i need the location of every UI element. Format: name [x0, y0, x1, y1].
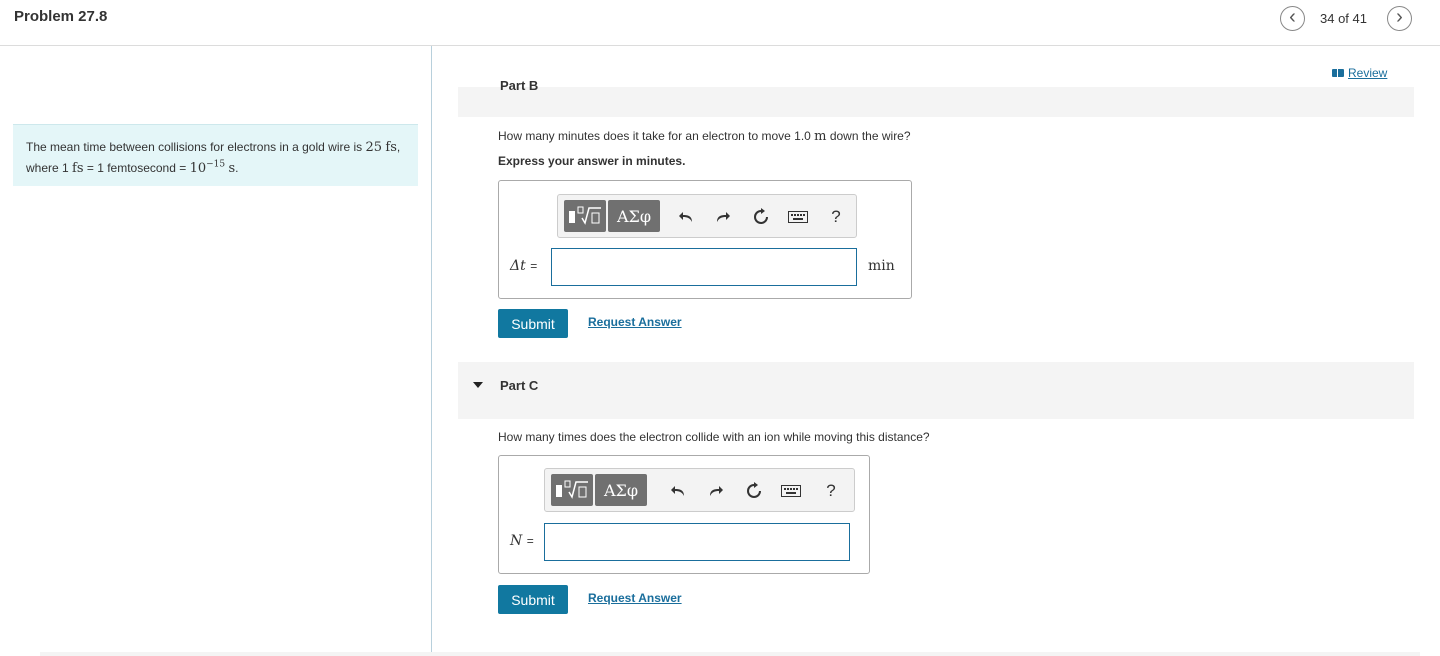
problem-pane: The mean time between collisions for ele… — [0, 46, 432, 656]
part-c-variable-label: N = — [510, 533, 534, 549]
part-c-request-answer-link[interactable]: Request Answer — [588, 591, 682, 605]
part-b-question: How many minutes does it take for an ele… — [498, 129, 911, 144]
part-b-answer-input[interactable] — [551, 248, 857, 286]
greek-symbols-button[interactable]: ΑΣφ — [595, 474, 647, 506]
templates-button[interactable] — [564, 200, 606, 232]
chevron-right-icon: › — [1396, 6, 1403, 28]
problem-statement: The mean time between collisions for ele… — [13, 124, 418, 186]
part-c-header[interactable]: Part C — [458, 362, 1414, 419]
redo-icon[interactable] — [713, 207, 733, 227]
undo-icon[interactable] — [668, 481, 688, 501]
part-b-instruction: Express your answer in minutes. — [498, 154, 686, 168]
part-b-answer-box: ΑΣφ ? Δt = min — [498, 180, 912, 299]
reset-icon[interactable] — [751, 207, 771, 227]
help-button[interactable]: ? — [821, 481, 841, 501]
keyboard-icon[interactable] — [781, 481, 801, 501]
chevron-left-icon: ‹ — [1289, 6, 1296, 28]
page-title: Problem 27.8 — [14, 8, 108, 25]
next-part-strip — [40, 652, 1420, 656]
part-b-math-toolbar: ΑΣφ ? — [557, 194, 857, 238]
problem-counter: 34 of 41 — [1320, 11, 1367, 26]
part-c-submit-button[interactable]: Submit — [498, 585, 568, 614]
header-bar: Problem 27.8 ‹ 34 of 41 › — [0, 0, 1440, 46]
templates-button[interactable] — [551, 474, 593, 506]
book-icon — [1332, 69, 1344, 77]
collapse-caret-icon[interactable] — [473, 382, 483, 388]
part-b-unit: min — [868, 258, 895, 274]
templates-icon — [556, 480, 588, 499]
part-c-answer-box: ΑΣφ ? N = — [498, 455, 870, 574]
greek-symbols-button[interactable]: ΑΣφ — [608, 200, 660, 232]
part-b-header[interactable] — [458, 87, 1414, 117]
previous-problem-button[interactable]: ‹ — [1280, 6, 1305, 31]
redo-icon[interactable] — [706, 481, 726, 501]
part-b-request-answer-link[interactable]: Request Answer — [588, 315, 682, 329]
part-c-question: How many times does the electron collide… — [498, 430, 930, 444]
undo-icon[interactable] — [676, 207, 696, 227]
part-b-label: Part B — [500, 78, 539, 91]
part-c-label: Part C — [500, 378, 539, 393]
next-problem-button[interactable]: › — [1387, 6, 1412, 31]
reset-icon[interactable] — [744, 481, 764, 501]
part-c-answer-input[interactable] — [544, 523, 850, 561]
keyboard-icon[interactable] — [788, 207, 808, 227]
templates-icon — [569, 206, 601, 225]
part-c-math-toolbar: ΑΣφ ? — [544, 468, 855, 512]
part-b-variable-label: Δt = — [510, 258, 538, 274]
part-b-submit-button[interactable]: Submit — [498, 309, 568, 338]
help-button[interactable]: ? — [826, 207, 846, 227]
review-link[interactable]: Review — [1332, 66, 1387, 80]
